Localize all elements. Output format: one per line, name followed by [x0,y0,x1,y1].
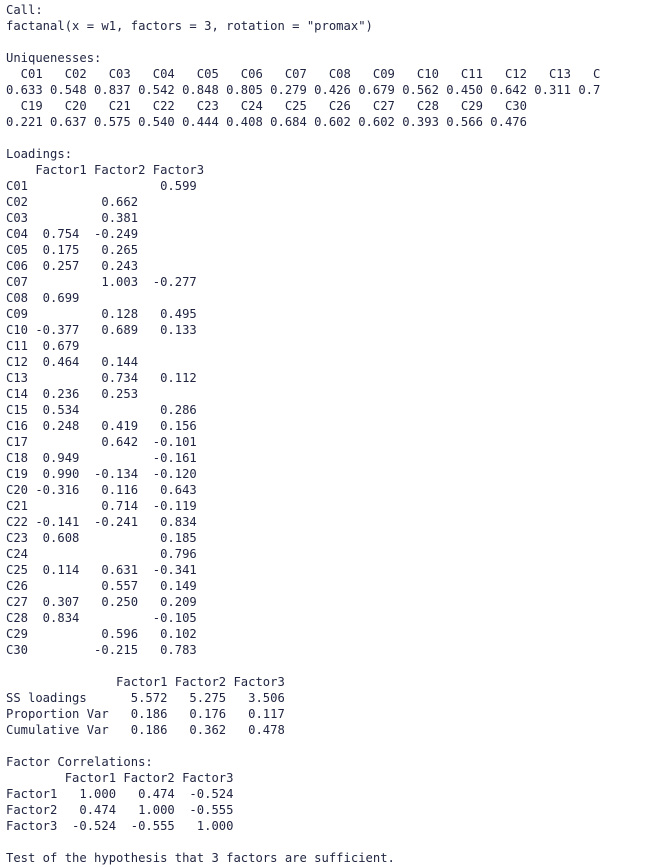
loadings-row: C09 0.128 0.495 [6,307,205,321]
loadings-row: C13 0.734 0.112 [6,371,205,385]
r-console-output: Call: factanal(x = w1, factors = 3, rota… [6,2,652,866]
loadings-row: C02 0.662 [6,195,205,209]
loadings-table: C01 0.599 C02 0.662 C03 0.381 C04 0.754 … [6,178,652,658]
loadings-column-headers: Factor1 Factor2 Factor3 [6,163,205,177]
loadings-header: Loadings: [6,147,73,161]
loadings-row: C20 -0.316 0.116 0.643 [6,483,205,497]
variance-row: Cumulative Var 0.186 0.362 0.478 [6,723,285,737]
variance-row: Proportion Var 0.186 0.176 0.117 [6,707,285,721]
loadings-row: C17 0.642 -0.101 [6,435,205,449]
call-command: factanal(x = w1, factors = 3, rotation =… [6,19,373,33]
loadings-row: C24 0.796 [6,547,205,561]
correlations-row: Factor2 0.474 1.000 -0.555 [6,803,234,817]
loadings-row: C18 0.949 -0.161 [6,451,205,465]
loadings-row: C29 0.596 0.102 [6,627,205,641]
variance-row: SS loadings 5.572 5.275 3.506 [6,691,285,705]
loadings-row: C08 0.699 [6,291,205,305]
uniquenesses-line: 0.221 0.637 0.575 0.540 0.444 0.408 0.68… [6,115,527,129]
loadings-row: C28 0.834 -0.105 [6,611,205,625]
call-header: Call: [6,3,43,17]
uniquenesses-line: C01 C02 C03 C04 C05 C06 C07 C08 C09 C10 … [6,67,601,81]
loadings-row: C19 0.990 -0.134 -0.120 [6,467,205,481]
correlations-column-headers: Factor1 Factor2 Factor3 [6,771,234,785]
loadings-row: C30 -0.215 0.783 [6,643,205,657]
loadings-row: C15 0.534 0.286 [6,403,205,417]
loadings-row: C25 0.114 0.631 -0.341 [6,563,205,577]
loadings-row: C01 0.599 [6,179,205,193]
loadings-row: C21 0.714 -0.119 [6,499,205,513]
loadings-row: C11 0.679 [6,339,205,353]
hypothesis-test-line: Test of the hypothesis that 3 factors ar… [6,851,395,865]
loadings-row: C04 0.754 -0.249 [6,227,205,241]
variance-column-headers: Factor1 Factor2 Factor3 [6,675,285,689]
correlations-row: Factor3 -0.524 -0.555 1.000 [6,819,234,833]
uniquenesses-line: C19 C20 C21 C22 C23 C24 C25 C26 C27 C28 … [6,99,527,113]
loadings-row: C14 0.236 0.253 [6,387,205,401]
loadings-row: C03 0.381 [6,211,205,225]
correlations-header: Factor Correlations: [6,755,153,769]
loadings-row: C10 -0.377 0.689 0.133 [6,323,205,337]
loadings-row: C16 0.248 0.419 0.156 [6,419,205,433]
uniquenesses-header: Uniquenesses: [6,51,102,65]
uniquenesses-line: 0.633 0.548 0.837 0.542 0.848 0.805 0.27… [6,83,601,97]
loadings-row: C06 0.257 0.243 [6,259,205,273]
loadings-row: C05 0.175 0.265 [6,243,205,257]
loadings-row: C07 1.003 -0.277 [6,275,205,289]
loadings-row: C12 0.464 0.144 [6,355,205,369]
loadings-row: C22 -0.141 -0.241 0.834 [6,515,205,529]
loadings-row: C27 0.307 0.250 0.209 [6,595,205,609]
loadings-row: C23 0.608 0.185 [6,531,205,545]
loadings-row: C26 0.557 0.149 [6,579,205,593]
correlations-row: Factor1 1.000 0.474 -0.524 [6,787,234,801]
